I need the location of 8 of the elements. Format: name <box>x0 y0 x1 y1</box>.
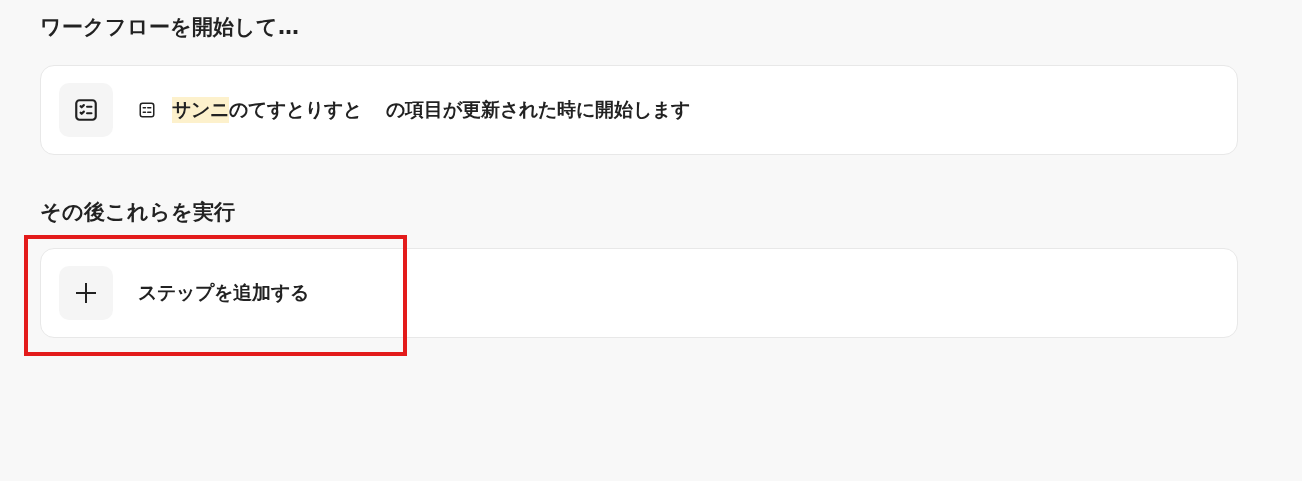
trigger-description: の項目が更新された時に開始します <box>386 97 690 122</box>
trigger-card[interactable]: サンニのてすとりすと の項目が更新された時に開始します <box>40 65 1238 155</box>
source-tag: サンニ <box>172 97 229 123</box>
add-step-button[interactable]: ステップを追加する <box>40 248 1238 338</box>
section-heading: その後これらを実行 <box>40 199 236 226</box>
section-heading: ワークフローを開始して… <box>40 14 300 41</box>
plus-icon <box>59 266 113 320</box>
source-name: のてすとりすと <box>229 97 362 122</box>
